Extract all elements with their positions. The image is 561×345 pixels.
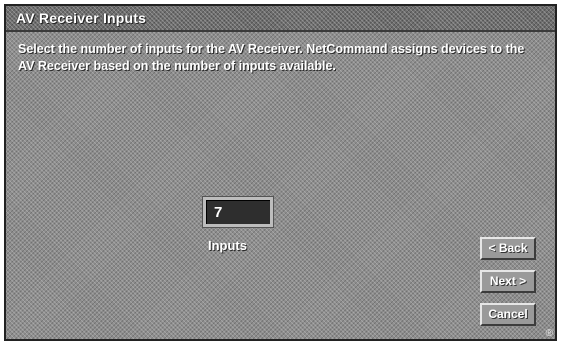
back-button[interactable]: < Back <box>480 237 536 260</box>
av-receiver-inputs-screen: AV Receiver Inputs Select the number of … <box>4 4 557 341</box>
title-bar: AV Receiver Inputs <box>6 6 555 32</box>
inputs-count-field[interactable]: 7 <box>203 197 273 227</box>
instructions-text: Select the number of inputs for the AV R… <box>18 42 525 73</box>
inputs-label: Inputs <box>208 238 247 253</box>
registered-mark-icon: ® <box>545 328 553 339</box>
inputs-count-value: 7 <box>214 204 223 221</box>
cancel-button[interactable]: Cancel <box>480 303 536 326</box>
next-button[interactable]: Next > <box>480 270 536 293</box>
window-title: AV Receiver Inputs <box>16 10 147 26</box>
